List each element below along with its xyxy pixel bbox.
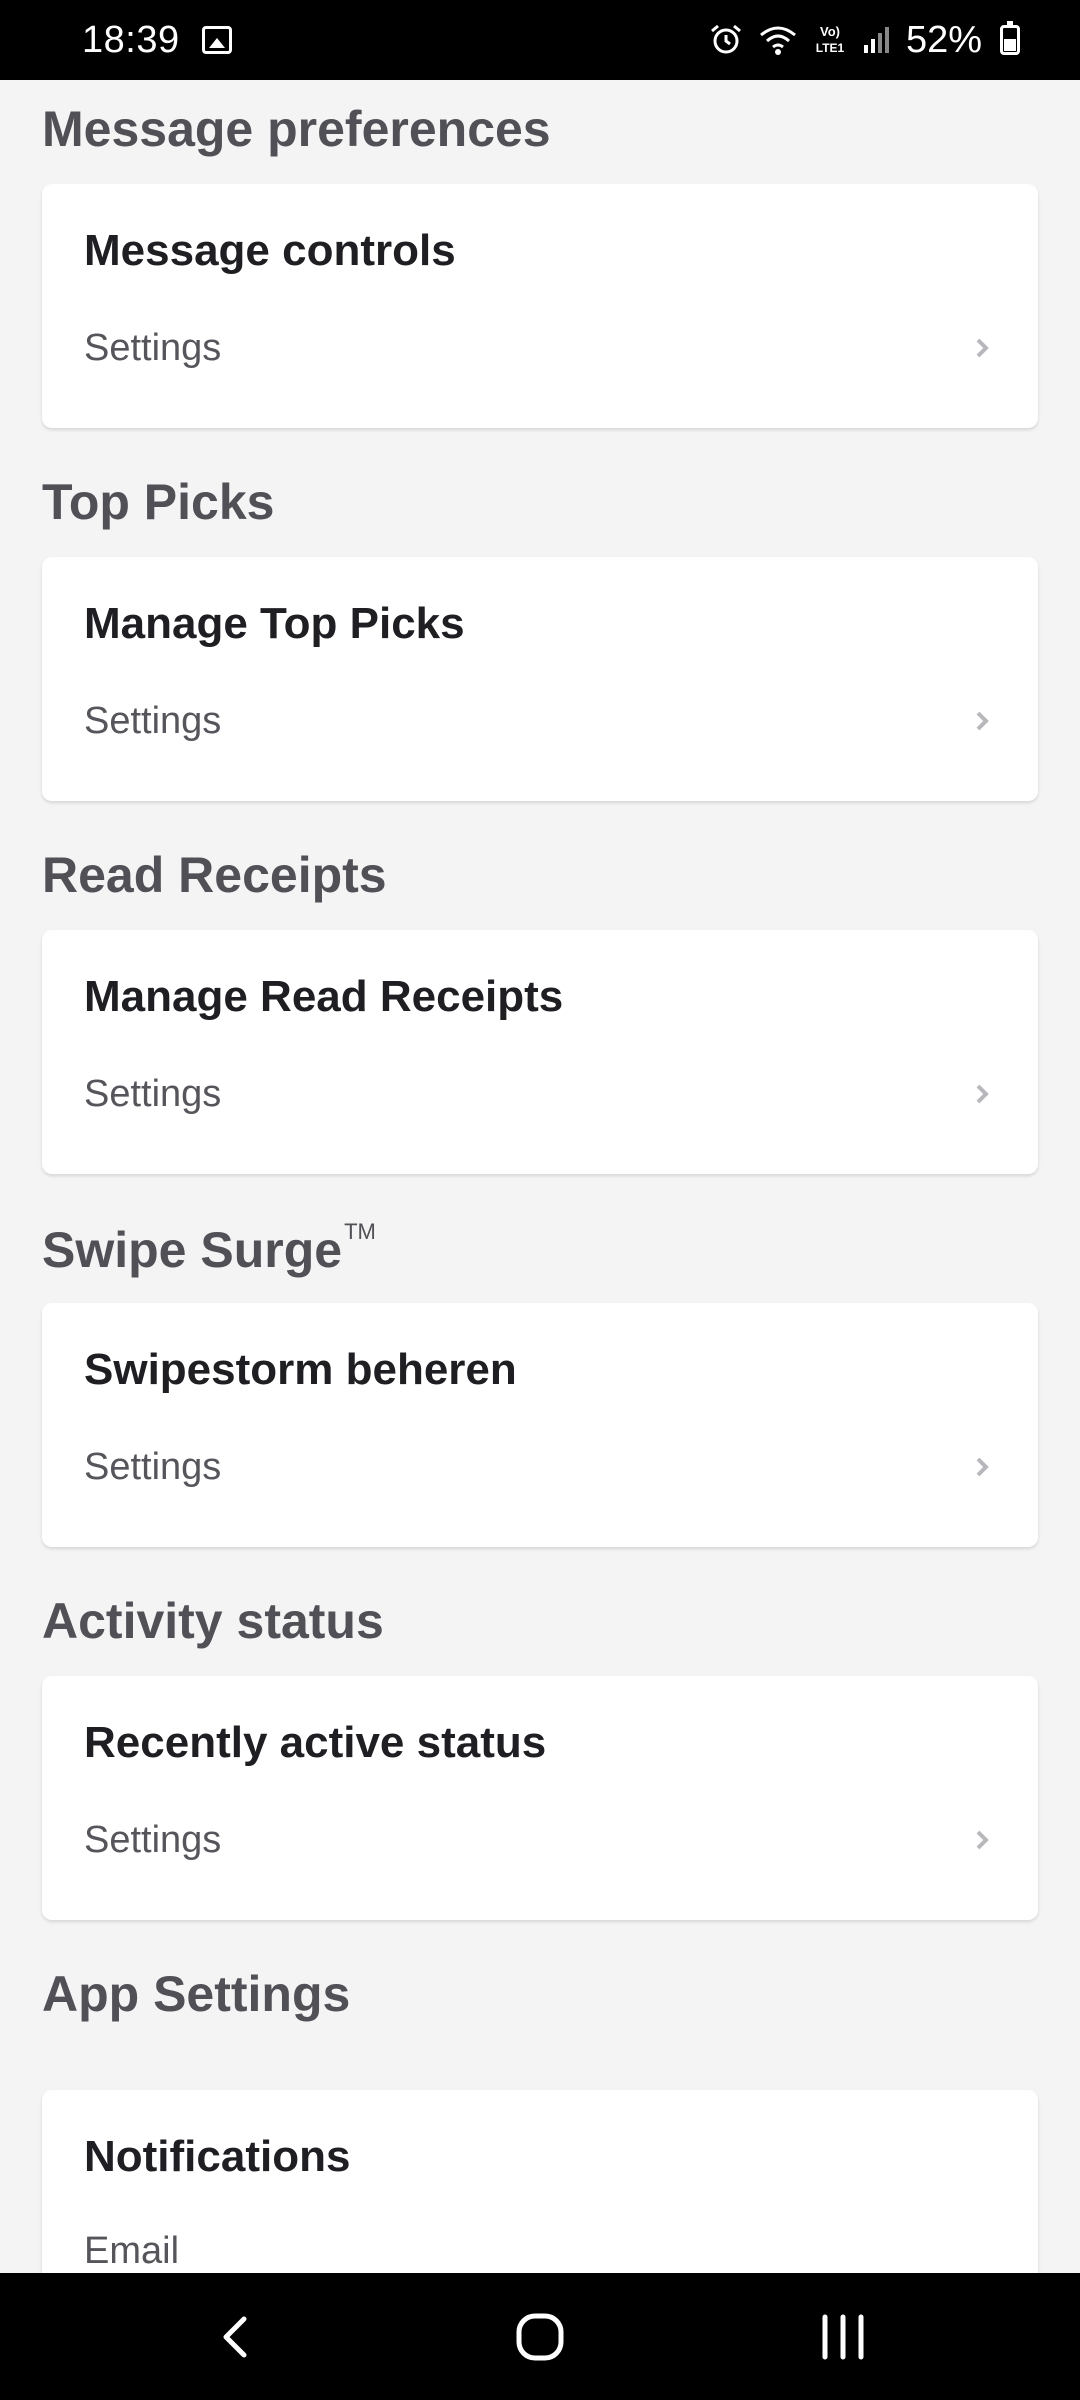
chevron-right-icon bbox=[976, 338, 989, 358]
card-manage-top-picks[interactable]: Manage Top Picks Settings bbox=[42, 557, 1038, 801]
volte-icon: Vo) LTE1 bbox=[812, 22, 848, 58]
section-title-app-settings: App Settings bbox=[42, 1966, 351, 2022]
card-recently-active-status[interactable]: Recently active status Settings bbox=[42, 1676, 1038, 1920]
card-subtitle: Settings bbox=[84, 1819, 222, 1861]
card-title: Message controls bbox=[84, 226, 456, 275]
status-bar: 18:39 Vo) LTE1 52% bbox=[0, 0, 1080, 80]
card-title: Recently active status bbox=[84, 1718, 547, 1767]
alarm-icon bbox=[708, 22, 744, 58]
svg-text:Vo): Vo) bbox=[820, 24, 840, 39]
card-subtitle: Settings bbox=[84, 327, 222, 369]
home-icon[interactable] bbox=[514, 2311, 566, 2363]
section-title-read-receipts: Read Receipts bbox=[42, 847, 387, 903]
chevron-right-icon bbox=[976, 1830, 989, 1850]
trademark-mark: TM bbox=[344, 1219, 376, 1244]
card-subtitle: Email bbox=[84, 2230, 180, 2272]
card-message-controls[interactable]: Message controls Settings bbox=[42, 184, 1038, 428]
card-title: Swipestorm beheren bbox=[84, 1345, 517, 1394]
chevron-right-icon bbox=[976, 711, 989, 731]
chevron-right-icon bbox=[976, 1084, 989, 1104]
status-time: 18:39 bbox=[82, 18, 180, 61]
card-subtitle: Settings bbox=[84, 1073, 222, 1115]
card-title: Manage Read Receipts bbox=[84, 972, 564, 1021]
battery-percent: 52% bbox=[905, 18, 982, 61]
section-title-swipe-surge: Swipe SurgeTM bbox=[42, 1219, 376, 1279]
back-icon[interactable] bbox=[210, 2311, 262, 2363]
wifi-icon bbox=[758, 23, 798, 57]
card-swipestorm-beheren[interactable]: Swipestorm beheren Settings bbox=[42, 1303, 1038, 1547]
signal-icon bbox=[862, 25, 892, 55]
section-title-text: Swipe Surge bbox=[42, 1222, 343, 1278]
card-subtitle: Settings bbox=[84, 700, 222, 742]
card-subtitle: Settings bbox=[84, 1446, 222, 1488]
card-notifications[interactable]: Notifications Email bbox=[42, 2090, 1038, 2273]
card-title: Manage Top Picks bbox=[84, 599, 465, 648]
card-manage-read-receipts[interactable]: Manage Read Receipts Settings bbox=[42, 930, 1038, 1174]
card-title: Notifications bbox=[84, 2132, 351, 2181]
section-title-activity-status: Activity status bbox=[42, 1593, 384, 1649]
status-icons: Vo) LTE1 52% bbox=[708, 19, 1020, 62]
section-title-top-picks: Top Picks bbox=[42, 474, 275, 530]
settings-content[interactable]: Message preferences Message controls Set… bbox=[0, 80, 1080, 2273]
navigation-bar bbox=[0, 2273, 1080, 2400]
chevron-right-icon bbox=[976, 1457, 989, 1477]
battery-icon bbox=[1000, 21, 1020, 55]
recents-icon[interactable] bbox=[817, 2311, 869, 2363]
section-title-message-preferences: Message preferences bbox=[42, 101, 551, 157]
gallery-icon bbox=[201, 26, 232, 54]
svg-text:LTE1: LTE1 bbox=[816, 41, 845, 55]
